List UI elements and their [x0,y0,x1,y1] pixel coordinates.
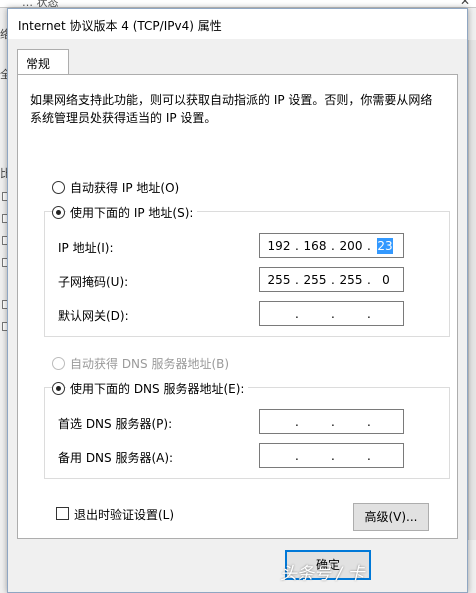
subnet-mask-label: 子网掩码(U): [58,275,129,289]
general-panel: 如果网络支持此功能，则可以获取自动指派的 IP 设置。否则，你需要从网络系统管理… [17,74,458,539]
dialog-titlebar: Internet 协议版本 4 (TCP/IPv4) 属性 [8,9,467,39]
octet-separator: . [295,449,299,463]
alternate-dns-label: 备用 DNS 服务器(A): [58,451,174,465]
octet-separator: . [331,273,335,287]
octet-separator: . [295,239,299,253]
description-text: 如果网络支持此功能，则可以获取自动指派的 IP 设置。否则，你需要从网络系统管理… [30,93,433,125]
preferred-dns-label: 首选 DNS 服务器(P): [58,417,173,431]
subnet-mask-field[interactable]: 255 . 255 . 255 . 0 [259,267,404,292]
octet-separator: . [331,449,335,463]
ip-address-octet-2: 168 [303,239,327,253]
dialog-title: Internet 协议版本 4 (TCP/IPv4) 属性 [18,19,222,33]
alternate-dns-field[interactable]: . . . [259,443,404,468]
octet-separator: . [331,239,335,253]
background-close-icon[interactable]: ✕ [460,0,470,8]
default-gateway-label: 默认网关(D): [58,309,129,323]
manual-ip-radio[interactable] [52,206,65,219]
preferred-dns-field[interactable]: . . . [259,409,404,434]
manual-dns-radio[interactable] [52,382,65,395]
manual-dns-label: 使用下面的 DNS 服务器地址(E): [66,380,249,397]
advanced-button[interactable]: 高级(V)... [353,503,429,531]
auto-dns-label: 自动获得 DNS 服务器地址(B) [70,357,230,371]
ip-address-octet-1: 192 [267,239,291,253]
validate-on-exit-label: 退出时验证设置(L) [74,508,175,522]
auto-ip-radio[interactable] [52,181,65,194]
octet-separator: . [295,307,299,321]
watermark-text: 头条号 / 卡 [280,564,365,584]
octet-separator: . [367,307,371,321]
ip-address-label: IP 地址(I): [58,241,114,255]
tab-general[interactable]: 常规 [17,49,69,75]
validate-on-exit-checkbox[interactable] [56,507,69,520]
subnet-octet-3: 255 [339,273,363,287]
octet-separator: . [331,415,335,429]
ip-address-octet-4: 23 [377,238,393,254]
subnet-octet-4: 0 [382,273,390,287]
octet-separator: . [295,415,299,429]
tcpip-properties-dialog: Internet 协议版本 4 (TCP/IPv4) 属性 常规 如果网络支持此… [7,8,468,593]
subnet-octet-1: 255 [267,273,291,287]
octet-separator: . [295,273,299,287]
octet-separator: . [367,239,371,253]
ip-address-field[interactable]: 192 . 168 . 200 . 23 [259,233,404,258]
default-gateway-field[interactable]: . . . [259,301,404,326]
octet-separator: . [367,415,371,429]
octet-separator: . [367,449,371,463]
subnet-octet-2: 255 [303,273,327,287]
ip-address-octet-3: 200 [339,239,363,253]
octet-separator: . [331,307,335,321]
background-titlebar [0,0,476,8]
auto-dns-radio[interactable] [52,357,65,370]
background-scrollbar[interactable] [468,40,476,540]
auto-ip-label: 自动获得 IP 地址(O) [70,181,180,195]
manual-ip-label: 使用下面的 IP 地址(S): [66,204,198,221]
